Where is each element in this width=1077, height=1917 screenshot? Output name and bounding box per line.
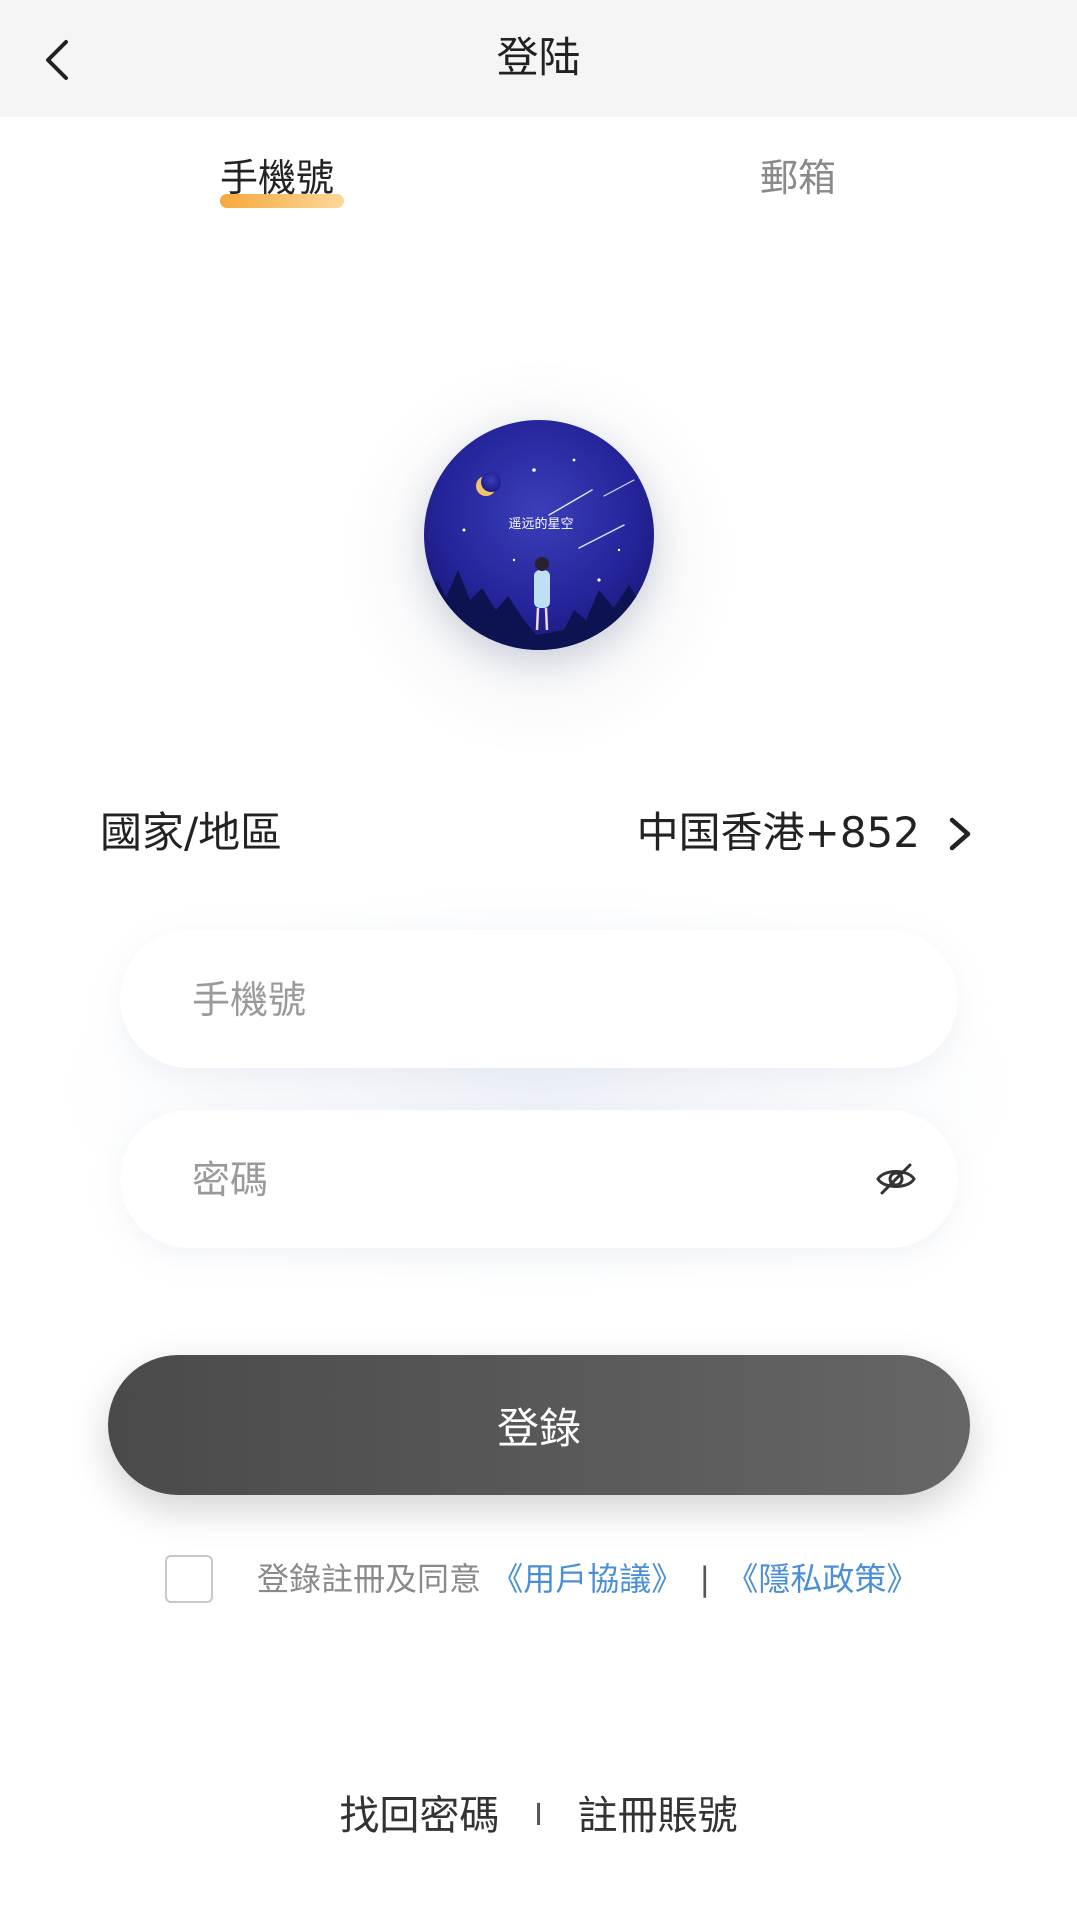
country-region-row[interactable]: 國家/地區 中国香港+852 — [100, 800, 980, 870]
tab-email-label: 郵箱 — [760, 156, 837, 200]
country-region-value[interactable]: 中国香港+852 — [637, 800, 920, 866]
tab-email[interactable]: 郵箱 — [760, 150, 836, 210]
forgot-password-link[interactable]: 找回密碼 — [339, 1793, 499, 1839]
avatar-image: 遥远的星空 — [424, 420, 654, 650]
agreement-checkbox[interactable] — [165, 1555, 213, 1603]
chevron-right-icon[interactable] — [940, 812, 980, 856]
agreement-prefix: 登錄註冊及同意 — [257, 1560, 482, 1598]
footer-separator: I — [534, 1798, 543, 1833]
agreement-separator: | — [699, 1560, 711, 1598]
footer-links: 找回密碼 I 註冊賬號 — [0, 1788, 1077, 1844]
phone-input[interactable] — [190, 930, 834, 1070]
eye-off-icon[interactable] — [872, 1155, 920, 1203]
tab-phone-label: 手機號 — [220, 156, 335, 200]
tab-phone[interactable]: 手機號 — [220, 150, 344, 210]
navigation-bar: 登陆 — [0, 0, 1077, 117]
agreement-text: 登錄註冊及同意 《用戶協議》 | 《隱私政策》 — [257, 1555, 918, 1603]
phone-field[interactable] — [120, 930, 958, 1070]
password-input[interactable] — [190, 1110, 834, 1250]
page-title: 登陆 — [496, 33, 581, 82]
register-account-link[interactable]: 註冊賬號 — [578, 1793, 738, 1839]
privacy-policy-link[interactable]: 《隱私政策》 — [726, 1560, 918, 1598]
avatar: 遥远的星空 — [424, 420, 654, 650]
user-agreement-link[interactable]: 《用戶協議》 — [491, 1560, 683, 1598]
agreement-row: 登錄註冊及同意 《用戶協議》 | 《隱私政策》 — [165, 1555, 965, 1603]
avatar-caption: 遥远的星空 — [508, 516, 573, 532]
password-field[interactable] — [120, 1110, 958, 1250]
login-button[interactable]: 登錄 — [108, 1355, 970, 1495]
country-region-label: 國家/地區 — [100, 808, 283, 857]
